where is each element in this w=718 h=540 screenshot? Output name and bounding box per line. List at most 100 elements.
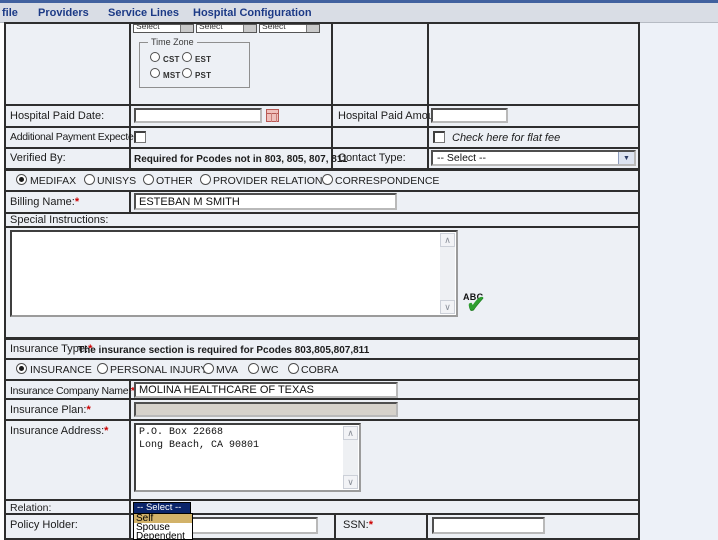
row-divider [6,126,638,128]
radio-personal-injury-label: PERSONAL INJURY [110,364,207,376]
additional-payment-label: Additional Payment Expected: [10,131,142,143]
hospital-paid-amount-label: Hospital Paid Amount: [338,110,446,122]
menu-item-providers[interactable]: Providers [38,7,89,19]
scroll-up-icon[interactable] [343,426,358,440]
timezone-legend: Time Zone [148,37,197,47]
column-divider [426,515,428,540]
spellcheck-icon[interactable]: ABC ✔ [462,292,492,322]
verified-by-note: Required for Pcodes not in 803, 805, 807… [134,154,347,165]
insurance-plan-label: Insurance Plan:* [10,404,91,416]
calendar-icon[interactable] [266,109,279,122]
policy-holder-label: Policy Holder: [10,519,78,531]
insurance-type-note: The insurance section is required for Pc… [78,345,369,356]
dropdown-arrow-icon[interactable] [618,152,634,164]
relation-label: Relation: [10,502,51,514]
row-divider [6,398,638,400]
ssn-input[interactable] [432,517,545,534]
relation-option-list: Self Spouse Dependent [133,513,193,540]
truncated-select[interactable]: Select [259,24,320,33]
radio-unisys[interactable] [84,174,95,185]
billing-name-label: Billing Name:* [10,196,79,208]
hospital-paid-amount-input[interactable] [431,108,508,123]
radio-mst-label: MST [163,71,181,80]
scroll-down-icon[interactable] [440,300,455,314]
menu-item-service-lines[interactable]: Service Lines [108,7,179,19]
scrollbar[interactable] [440,233,455,314]
row-divider [6,499,638,501]
ssn-label: SSN:* [343,519,373,531]
radio-wc[interactable] [248,363,259,374]
contact-type-select[interactable]: -- Select -- [431,150,636,166]
radio-personal-injury[interactable] [97,363,108,374]
truncated-select[interactable]: Select [196,24,257,33]
radio-other-label: OTHER [156,175,193,187]
special-instructions-textarea[interactable] [10,230,458,317]
radio-cst[interactable] [150,52,160,62]
scroll-up-icon[interactable] [440,233,455,247]
row-divider [6,147,638,149]
flat-fee-label: Check here for flat fee [452,132,560,144]
app-window: file Providers Service Lines Hospital Co… [0,0,718,540]
radio-est[interactable] [182,52,192,62]
billing-name-input[interactable] [134,193,397,210]
page-background [640,23,718,540]
radio-est-label: EST [195,55,211,64]
insurance-address-label: Insurance Address:* [10,425,108,437]
checkmark-icon: ✔ [466,293,486,317]
radio-correspondence[interactable] [322,174,333,185]
radio-cst-label: CST [163,55,180,64]
radio-insurance[interactable] [16,363,27,374]
radio-other[interactable] [143,174,154,185]
column-divider [427,24,429,170]
column-divider [331,24,333,170]
radio-mva[interactable] [203,363,214,374]
scrollbar[interactable] [343,426,358,489]
row-divider [6,419,638,421]
timezone-fieldset: Time Zone [139,42,250,88]
additional-payment-checkbox[interactable] [134,131,146,143]
row-divider [6,168,638,171]
insurance-plan-input [134,402,398,417]
radio-provider-relations-label: PROVIDER RELATIONS [213,175,330,187]
column-divider [129,381,131,540]
radio-mst[interactable] [150,68,160,78]
column-divider [129,192,131,212]
scroll-down-icon[interactable] [343,475,358,489]
radio-cobra[interactable] [288,363,299,374]
radio-medifax[interactable] [16,174,27,185]
special-instructions-label: Special Instructions: [10,214,108,226]
radio-provider-relations[interactable] [200,174,211,185]
dropdown-button-icon[interactable] [243,25,256,32]
radio-pst-label: PST [195,71,211,80]
flat-fee-checkbox[interactable] [433,131,445,143]
relation-option-dependent[interactable]: Dependent [134,532,192,540]
radio-correspondence-label: CORRESPONDENCE [335,175,439,187]
row-divider [6,358,638,360]
dropdown-button-icon[interactable] [306,25,319,32]
menu-item-hospital-configuration[interactable]: Hospital Configuration [193,7,312,19]
insurance-company-label: Insurance Company Name:* [10,385,135,397]
radio-insurance-label: INSURANCE [30,364,92,376]
column-divider [129,24,131,170]
hospital-paid-date-input[interactable] [134,108,262,123]
radio-unisys-label: UNISYS [97,175,136,187]
column-divider [334,515,336,540]
row-divider [6,104,638,106]
hospital-paid-date-label: Hospital Paid Date: [10,110,104,122]
insurance-address-textarea[interactable]: P.O. Box 22668 Long Beach, CA 90801 [134,423,361,492]
radio-wc-label: WC [261,364,279,376]
row-divider [6,226,638,228]
menu-item-file[interactable]: file [2,7,18,19]
row-divider [6,513,638,515]
insurance-company-input[interactable] [134,382,398,398]
section-divider [6,337,638,340]
radio-medifax-label: MEDIFAX [30,175,76,187]
contact-type-label: Contact Type: [338,152,406,164]
truncated-select[interactable]: Select [133,24,194,33]
row-divider [6,190,638,192]
radio-pst[interactable] [182,68,192,78]
verified-by-label: Verified By: [10,152,66,164]
radio-cobra-label: COBRA [301,364,338,376]
dropdown-button-icon[interactable] [180,25,193,32]
radio-mva-label: MVA [216,364,238,376]
